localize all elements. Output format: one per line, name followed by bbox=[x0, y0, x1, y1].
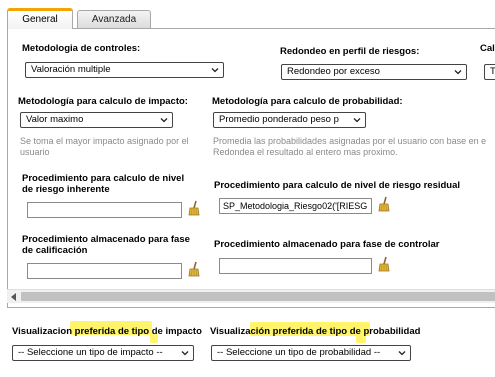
metodologia-controles-label: Metodologia de controles: bbox=[22, 43, 141, 54]
probabilidad-value: Promedio ponderado peso p bbox=[219, 114, 339, 125]
proc-controlar-label: Procedimiento almacenado para fase de co… bbox=[214, 239, 440, 250]
proc-residual-input[interactable]: SP_Metodologia_Riesgo02('[RIESG bbox=[219, 198, 372, 214]
impacto-label: Metodología para calculo de impacto: bbox=[18, 96, 188, 107]
tab-general[interactable]: General bbox=[7, 8, 73, 29]
calc-select[interactable]: T bbox=[484, 64, 495, 80]
scrollbar-thumb[interactable] bbox=[21, 292, 495, 301]
proc-residual-label: Procedimiento para calculo de nivel de r… bbox=[214, 180, 461, 191]
tab-avanzada[interactable]: Avanzada bbox=[77, 10, 151, 28]
vis-impacto-label: Visualizacion preferida de tipo de impac… bbox=[12, 326, 202, 337]
probabilidad-label: Metodología para calculo de probabilidad… bbox=[212, 96, 403, 107]
probabilidad-select[interactable]: Promedio ponderado peso p bbox=[213, 112, 366, 128]
vis-impacto-select[interactable]: -- Seleccione un tipo de impacto -- bbox=[12, 345, 194, 361]
vis-probabilidad-label: Visualización preferida de tipo de proba… bbox=[210, 326, 421, 337]
chevron-down-icon bbox=[181, 351, 189, 356]
metodologia-controles-value: Valoración multiple bbox=[31, 64, 111, 75]
proc-inherente-input[interactable] bbox=[27, 202, 182, 218]
chevron-down-icon bbox=[398, 351, 406, 356]
proc-inherente-label: Procedimiento para calculo de nivel de r… bbox=[22, 173, 185, 195]
probabilidad-hint-1: Promedia las probabilidades asignadas po… bbox=[213, 136, 487, 146]
probabilidad-hint-2: Redondea el resultado al entero mas prox… bbox=[213, 147, 398, 157]
chevron-down-icon bbox=[160, 118, 168, 123]
proc-calificacion-input[interactable] bbox=[27, 263, 182, 279]
scroll-left-icon[interactable] bbox=[10, 293, 17, 301]
impacto-select[interactable]: Valor maximo bbox=[20, 112, 173, 128]
redondeo-value: Redondeo por exceso bbox=[287, 66, 380, 77]
broom-icon[interactable] bbox=[187, 261, 201, 277]
chevron-down-icon bbox=[211, 68, 219, 73]
chevron-down-icon bbox=[454, 70, 462, 75]
proc-calificacion-label: Procedimiento almacenado para fase de ca… bbox=[22, 234, 190, 256]
proc-controlar-input[interactable] bbox=[219, 258, 372, 274]
impacto-hint-2: usuario bbox=[20, 147, 50, 157]
broom-icon[interactable] bbox=[187, 200, 201, 216]
calc-value: T bbox=[490, 66, 495, 77]
broom-icon[interactable] bbox=[377, 256, 391, 272]
chevron-down-icon bbox=[353, 118, 361, 123]
calc-label: Calc bbox=[480, 43, 495, 54]
broom-icon[interactable] bbox=[377, 196, 391, 212]
horizontal-scrollbar[interactable] bbox=[7, 289, 495, 303]
vis-impacto-value: -- Seleccione un tipo de impacto -- bbox=[18, 347, 163, 358]
redondeo-select[interactable]: Redondeo por exceso bbox=[281, 64, 467, 80]
vis-probabilidad-value: -- Seleccione un tipo de probabilidad -- bbox=[217, 347, 381, 358]
impacto-value: Valor maximo bbox=[26, 114, 84, 125]
impacto-hint-1: Se toma el mayor impacto asignado por el bbox=[20, 136, 189, 146]
metodologia-controles-select[interactable]: Valoración multiple bbox=[25, 62, 224, 78]
redondeo-label: Redondeo en perfil de riesgos: bbox=[280, 46, 420, 57]
vis-probabilidad-select[interactable]: -- Seleccione un tipo de probabilidad -- bbox=[211, 345, 411, 361]
